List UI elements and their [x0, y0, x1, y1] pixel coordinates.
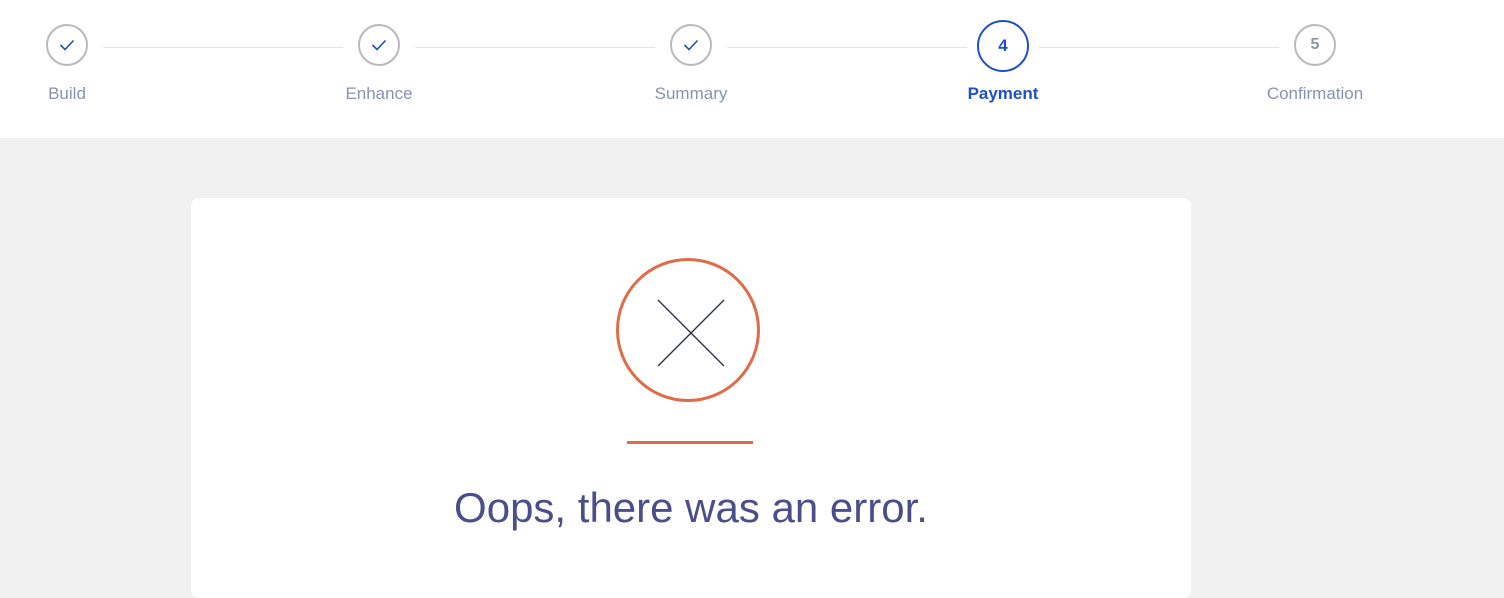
step-4-number: 4 — [998, 36, 1008, 55]
error-divider — [627, 441, 753, 444]
x-icon — [657, 299, 725, 367]
error-title: Oops, there was an error. — [454, 484, 928, 531]
error-card: Oops, there was an error. — [191, 198, 1191, 598]
step-5-number: 5 — [1310, 36, 1320, 53]
step-5-label: Confirmation — [1266, 84, 1364, 103]
step-2-label: Enhance — [345, 84, 413, 103]
check-icon — [371, 39, 387, 51]
step-connector — [1039, 47, 1279, 48]
step-2-circle[interactable] — [358, 24, 400, 66]
step-3-circle[interactable] — [670, 24, 712, 66]
progress-stepper: Build Enhance Summary 4 Payment 5 Confir… — [0, 0, 1504, 138]
step-5-circle: 5 — [1294, 24, 1336, 66]
step-3-label: Summary — [654, 84, 728, 103]
error-icon-circle — [616, 258, 760, 402]
check-icon — [59, 39, 75, 51]
check-icon — [683, 39, 699, 51]
step-connector — [415, 47, 655, 48]
step-4-circle: 4 — [977, 20, 1029, 72]
step-4-label: Payment — [967, 84, 1039, 103]
step-1-circle[interactable] — [46, 24, 88, 66]
step-1-label: Build — [48, 84, 86, 103]
step-connector — [727, 47, 967, 48]
step-connector — [103, 47, 343, 48]
